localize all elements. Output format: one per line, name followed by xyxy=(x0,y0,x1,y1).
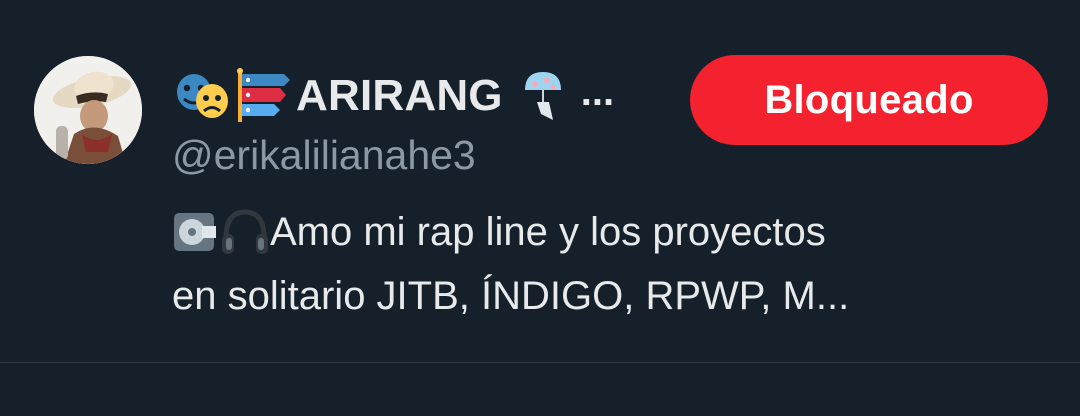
bio: Amo mi rap line y los proyectos en solit… xyxy=(172,200,1052,328)
bio-line-2: en solitario JITB, ÍNDIGO, RPWP, M... xyxy=(172,264,1052,328)
user-list-item[interactable]: ARIRANG ... Bloqueado @erikalilianahe3 A… xyxy=(0,0,1080,362)
performing-arts-icon xyxy=(177,74,228,118)
bio-text-line-2: en solitario JITB, ÍNDIGO, RPWP, M... xyxy=(172,274,850,318)
bio-line-1: Amo mi rap line y los proyectos xyxy=(172,200,1052,264)
user-handle[interactable]: @erikalilianahe3 xyxy=(172,132,476,179)
display-name[interactable]: ARIRANG xyxy=(296,71,503,121)
headphone-icon xyxy=(222,209,268,254)
list-divider xyxy=(0,362,1080,363)
carp-streamer-icon xyxy=(237,68,290,122)
name-truncation: ... xyxy=(580,69,615,114)
display-name-row[interactable]: ARIRANG ... xyxy=(172,66,614,126)
avatar[interactable] xyxy=(34,56,142,164)
wind-chime-icon xyxy=(524,72,561,120)
minidisc-icon xyxy=(174,213,216,251)
blocked-button[interactable]: Bloqueado xyxy=(690,55,1048,145)
bio-text-line-1: Amo mi rap line y los proyectos xyxy=(270,210,826,254)
avatar-photo xyxy=(34,56,142,164)
